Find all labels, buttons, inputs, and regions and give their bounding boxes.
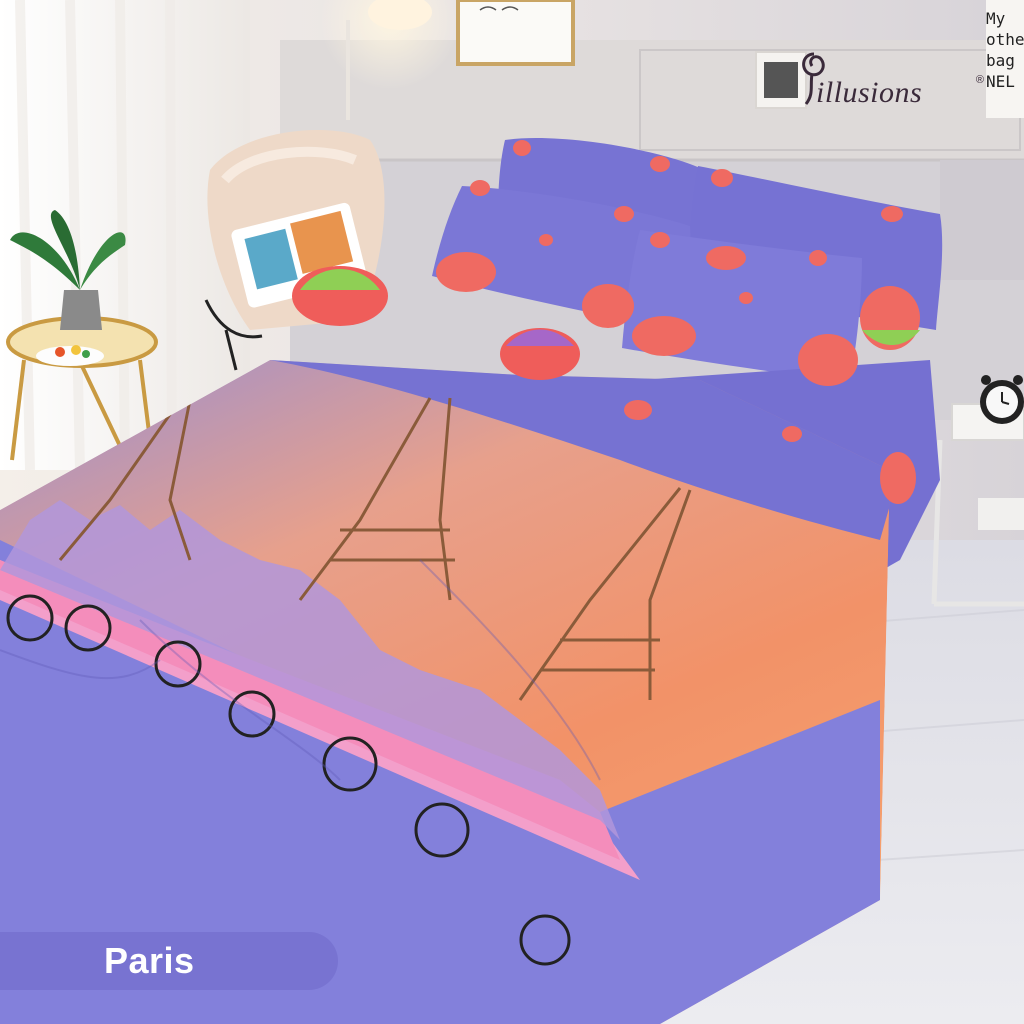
alarm-clock xyxy=(980,375,1024,424)
wall-note-line: NEL xyxy=(986,72,1015,91)
brand-logo: illusions ® xyxy=(794,38,984,128)
registered-mark: ® xyxy=(975,74,984,86)
wall-note-line: My xyxy=(986,9,1006,28)
wall-frame xyxy=(456,0,575,66)
wall-note-line: other xyxy=(986,30,1024,49)
brand-name: illusions xyxy=(816,76,923,109)
product-label: Paris xyxy=(104,940,195,981)
wall-note: My other bag NEL xyxy=(986,8,1024,104)
wall-note-line: bag xyxy=(986,51,1015,70)
product-label-pill: Paris xyxy=(0,932,338,990)
bedroom-scene xyxy=(0,0,1024,1024)
